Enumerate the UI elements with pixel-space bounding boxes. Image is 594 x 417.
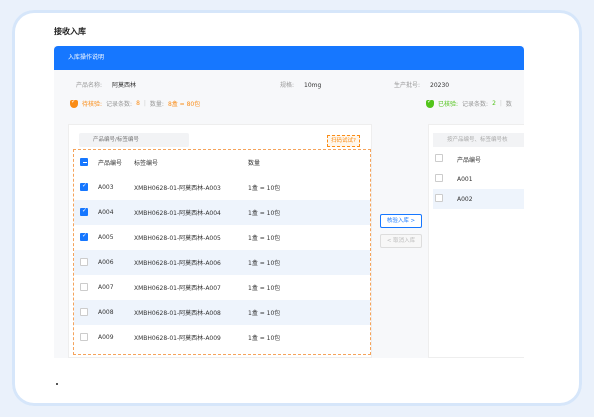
receive-panel: 入库操作说明 产品名称: 阿莫西林 规格: 10mg 生产批号: 20230 待核验:… [54,46,524,358]
verified-list-box: 按产品编号、标签编号核 产品编号 A001 A002 [428,124,524,358]
product-id: A003 [98,184,114,191]
pending-qty: 8盒 = 80包 [167,101,201,108]
batch-info: 生产批号: 20230 [394,80,449,89]
select-all-checkbox[interactable] [80,157,88,166]
table-row[interactable]: A004 XMBH0628-01-阿莫西林-A004 1盒 = 10包 [74,200,370,225]
label-id: XMBH0628-01-阿莫西林-A006 [134,250,248,275]
verified-record-count: 2 [492,100,496,107]
verified-record-label: 记录条数: [462,101,489,108]
product-id: A006 [98,250,134,275]
spec-value: 10mg [304,82,322,89]
table-row[interactable]: A002 [433,189,524,209]
row-checkbox[interactable] [80,207,88,216]
table-row[interactable]: A006 XMBH0628-01-阿莫西林-A006 1盒 = 10包 [74,250,370,275]
label-id: XMBH0628-01-阿莫西林-A009 [134,335,221,342]
pending-table: 产品编号 标签编号 数量 A003 XMBH0628-01-阿莫西林-A003 … [74,150,370,350]
cancel-stock-in-button[interactable]: < 取消入库 [380,234,422,248]
row-checkbox[interactable] [80,182,88,191]
panel-header: 入库操作说明 [54,46,524,70]
separator: | [499,100,502,107]
pending-record-count: 8 [136,100,140,107]
pending-list-box: 扫码试试? 产品编号 标签编号 数量 A003 XMBH0628-01-阿莫西林… [68,124,372,358]
pending-search-input[interactable] [79,133,189,147]
spec-info: 规格: 10mg [280,80,321,89]
verified-search-input[interactable]: 按产品编号、标签编号核 [433,133,524,147]
product-name-value: 阿莫西林 [112,82,137,89]
quantity: 1盒 = 10包 [248,300,370,325]
table-row[interactable]: A003 XMBH0628-01-阿莫西林-A003 1盒 = 10包 [74,175,370,200]
product-id: A002 [457,189,524,209]
column-header-product: 产品编号 [457,156,482,164]
table-header-row: 产品编号 标签编号 数量 [74,150,370,175]
select-all-checkbox[interactable] [435,154,443,162]
pending-title: 待核验: [82,101,103,108]
label-id: XMBH0628-01-阿莫西林-A008 [134,300,248,325]
verified-title: 已核验: [438,101,459,108]
quantity: 1盒 = 10包 [248,335,281,342]
table-row[interactable]: A008 XMBH0628-01-阿莫西林-A008 1盒 = 10包 [74,300,370,325]
verified-table: 产品编号 A001 A002 [433,149,524,209]
label-id: XMBH0628-01-阿莫西林-A005 [134,235,221,242]
batch-label: 生产批号: [394,82,421,89]
product-id: A004 [98,200,134,225]
quantity: 1盒 = 10包 [248,200,370,225]
quantity: 1盒 = 10包 [248,235,281,242]
row-checkbox[interactable] [80,332,88,341]
table-row[interactable]: A005 XMBH0628-01-阿莫西林-A005 1盒 = 10包 [74,225,370,250]
product-name-label: 产品名称: [76,82,103,89]
label-id: XMBH0628-01-阿莫西林-A004 [134,200,248,225]
page-title: 接收入库 [54,27,86,36]
decorative-dot [56,383,58,385]
label-id: XMBH0628-01-阿莫西林-A003 [134,185,221,192]
product-id: A009 [98,334,114,341]
pending-table-area: 产品编号 标签编号 数量 A003 XMBH0628-01-阿莫西林-A003 … [73,149,371,355]
batch-value: 20230 [430,82,450,89]
row-checkbox[interactable] [80,307,88,316]
verified-status: 已核验: 记录条数: 2 | 数 [426,98,512,108]
row-checkbox[interactable] [435,174,443,182]
table-row[interactable]: A001 [433,169,524,189]
table-row[interactable]: A009 XMBH0628-01-阿莫西林-A009 1盒 = 10包 [74,325,370,350]
quantity: 1盒 = 10包 [248,250,370,275]
spec-label: 规格: [280,82,295,89]
scan-button[interactable]: 扫码试试? [327,135,360,147]
confirm-stock-in-button[interactable]: 核验入库 > [380,214,422,228]
pending-status: 待核验: 记录条数: 8 | 数量: 8盒 = 80包 [70,98,201,108]
product-name-info: 产品名称: 阿莫西林 [76,80,136,89]
quantity: 1盒 = 10包 [248,285,281,292]
pending-qty-label: 数量: [149,101,164,108]
row-checkbox[interactable] [435,194,443,202]
column-header-qty: 数量 [248,160,261,167]
product-id: A001 [457,175,473,183]
verified-qty-label: 数 [505,101,512,108]
label-id: XMBH0628-01-阿莫西林-A007 [134,285,221,292]
column-header-product: 产品编号 [98,160,123,167]
row-checkbox[interactable] [80,257,88,266]
pending-record-label: 记录条数: [106,101,133,108]
row-checkbox[interactable] [80,282,88,291]
shield-icon [70,98,78,108]
row-checkbox[interactable] [80,232,88,241]
product-id: A005 [98,234,114,241]
table-header-row: 产品编号 [433,149,524,169]
shield-icon [426,98,434,108]
product-id: A008 [98,300,134,325]
separator: | [143,100,146,107]
product-id: A007 [98,284,114,291]
table-row[interactable]: A007 XMBH0628-01-阿莫西林-A007 1盒 = 10包 [74,275,370,300]
column-header-label: 标签编号 [134,160,159,167]
quantity: 1盒 = 10包 [248,185,281,192]
